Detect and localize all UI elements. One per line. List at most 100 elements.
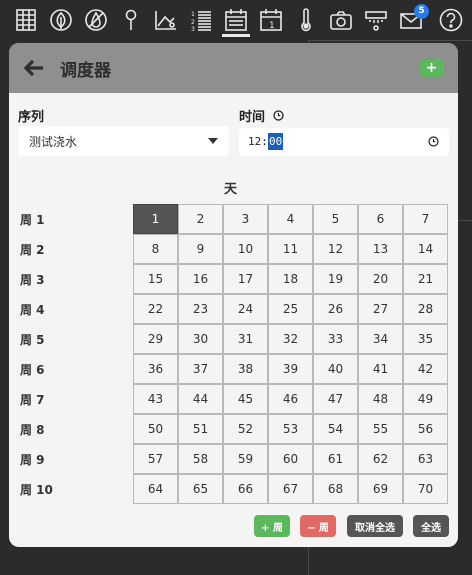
back-arrow-icon[interactable]: [23, 57, 45, 79]
day-cell[interactable]: 3: [223, 204, 268, 234]
day-cell[interactable]: 1: [133, 204, 178, 234]
day-cell[interactable]: 20: [358, 264, 403, 294]
day-cell[interactable]: 33: [313, 324, 358, 354]
day-cell[interactable]: 46: [268, 384, 313, 414]
mail-icon[interactable]: 5: [397, 4, 429, 34]
list-icon[interactable]: 123: [187, 6, 215, 34]
day-cell[interactable]: 49: [403, 384, 448, 414]
day-cell[interactable]: 19: [313, 264, 358, 294]
sequence-value: 测试浇水: [29, 135, 78, 149]
day-cell[interactable]: 66: [223, 474, 268, 504]
remove-week-button[interactable]: − 周: [300, 515, 336, 537]
day-cell[interactable]: 6: [358, 204, 403, 234]
day-cell[interactable]: 11: [268, 234, 313, 264]
day-cell[interactable]: 44: [178, 384, 223, 414]
day-cell[interactable]: 58: [178, 444, 223, 474]
day-cell[interactable]: 41: [358, 354, 403, 384]
deselect-all-button[interactable]: 取消全选: [347, 515, 403, 537]
day-cell[interactable]: 2: [178, 204, 223, 234]
day-cell[interactable]: 51: [178, 414, 223, 444]
day-cell[interactable]: 24: [223, 294, 268, 324]
day-cell[interactable]: 63: [403, 444, 448, 474]
help-icon[interactable]: [437, 6, 465, 34]
chart-icon[interactable]: [152, 6, 180, 34]
day-cell[interactable]: 62: [358, 444, 403, 474]
sprinkler-icon[interactable]: [362, 6, 390, 34]
day-cell[interactable]: 7: [403, 204, 448, 234]
day-cell[interactable]: 56: [403, 414, 448, 444]
add-week-button[interactable]: + 周: [254, 515, 290, 537]
day-cell[interactable]: 69: [358, 474, 403, 504]
day-cell[interactable]: 23: [178, 294, 223, 324]
day-cell[interactable]: 15: [133, 264, 178, 294]
thermometer-icon[interactable]: [292, 6, 320, 34]
day-cell[interactable]: 14: [403, 234, 448, 264]
pin-icon[interactable]: [117, 6, 145, 34]
day-cell[interactable]: 64: [133, 474, 178, 504]
day-cell[interactable]: 31: [223, 324, 268, 354]
day-cell[interactable]: 57: [133, 444, 178, 474]
time-minutes[interactable]: 00: [268, 133, 284, 150]
day-cell[interactable]: 54: [313, 414, 358, 444]
day-cell[interactable]: 70: [403, 474, 448, 504]
day-cell[interactable]: 8: [133, 234, 178, 264]
day-cell[interactable]: 13: [358, 234, 403, 264]
no-water-icon[interactable]: [82, 6, 110, 34]
sequence-select[interactable]: 测试浇水: [18, 126, 229, 156]
sequence-label: 序列: [18, 110, 45, 125]
day-cell[interactable]: 42: [403, 354, 448, 384]
day-cell[interactable]: 47: [313, 384, 358, 414]
day-cell[interactable]: 32: [268, 324, 313, 354]
day-cell[interactable]: 12: [313, 234, 358, 264]
day-cell[interactable]: 40: [313, 354, 358, 384]
day-cell[interactable]: 50: [133, 414, 178, 444]
day-cell[interactable]: 18: [268, 264, 313, 294]
day-cell[interactable]: 53: [268, 414, 313, 444]
day-cell[interactable]: 28: [403, 294, 448, 324]
day-cell[interactable]: 22: [133, 294, 178, 324]
day-cell[interactable]: 5: [313, 204, 358, 234]
day-cell[interactable]: 37: [178, 354, 223, 384]
select-all-button[interactable]: 全选: [413, 515, 449, 537]
camera-icon[interactable]: [327, 6, 355, 34]
day-cell[interactable]: 34: [358, 324, 403, 354]
day-cell[interactable]: 39: [268, 354, 313, 384]
time-input[interactable]: 12: 00: [239, 128, 449, 156]
day-cell[interactable]: 10: [223, 234, 268, 264]
day-cell[interactable]: 29: [133, 324, 178, 354]
clock-picker-icon[interactable]: [428, 136, 439, 147]
day-cell[interactable]: 43: [133, 384, 178, 414]
day-cell[interactable]: 45: [223, 384, 268, 414]
add-schedule-button[interactable]: +: [419, 60, 444, 77]
day-cell[interactable]: 35: [403, 324, 448, 354]
day-cell[interactable]: 16: [178, 264, 223, 294]
week-label: 周 3: [20, 273, 45, 287]
day-cell[interactable]: 17: [223, 264, 268, 294]
day-cell[interactable]: 60: [268, 444, 313, 474]
leaf-icon[interactable]: [47, 6, 75, 34]
day-cell[interactable]: 38: [223, 354, 268, 384]
day-cell[interactable]: 36: [133, 354, 178, 384]
panel-header: 调度器 +: [9, 43, 458, 93]
calendar-day-icon[interactable]: 1: [257, 6, 285, 34]
day-cell[interactable]: 52: [223, 414, 268, 444]
day-cell[interactable]: 30: [178, 324, 223, 354]
day-cell[interactable]: 59: [223, 444, 268, 474]
svg-text:3: 3: [191, 26, 195, 33]
day-cell[interactable]: 4: [268, 204, 313, 234]
day-cell[interactable]: 68: [313, 474, 358, 504]
day-cell[interactable]: 48: [358, 384, 403, 414]
day-cell[interactable]: 25: [268, 294, 313, 324]
top-toolbar: 123 1 5: [0, 0, 472, 40]
week-label: 周 9: [20, 453, 45, 467]
day-cell[interactable]: 26: [313, 294, 358, 324]
day-cell[interactable]: 67: [268, 474, 313, 504]
calendar-icon[interactable]: [222, 6, 250, 37]
day-cell[interactable]: 27: [358, 294, 403, 324]
grid-icon[interactable]: [12, 6, 40, 34]
day-cell[interactable]: 65: [178, 474, 223, 504]
day-cell[interactable]: 9: [178, 234, 223, 264]
day-cell[interactable]: 55: [358, 414, 403, 444]
day-cell[interactable]: 61: [313, 444, 358, 474]
day-cell[interactable]: 21: [403, 264, 448, 294]
